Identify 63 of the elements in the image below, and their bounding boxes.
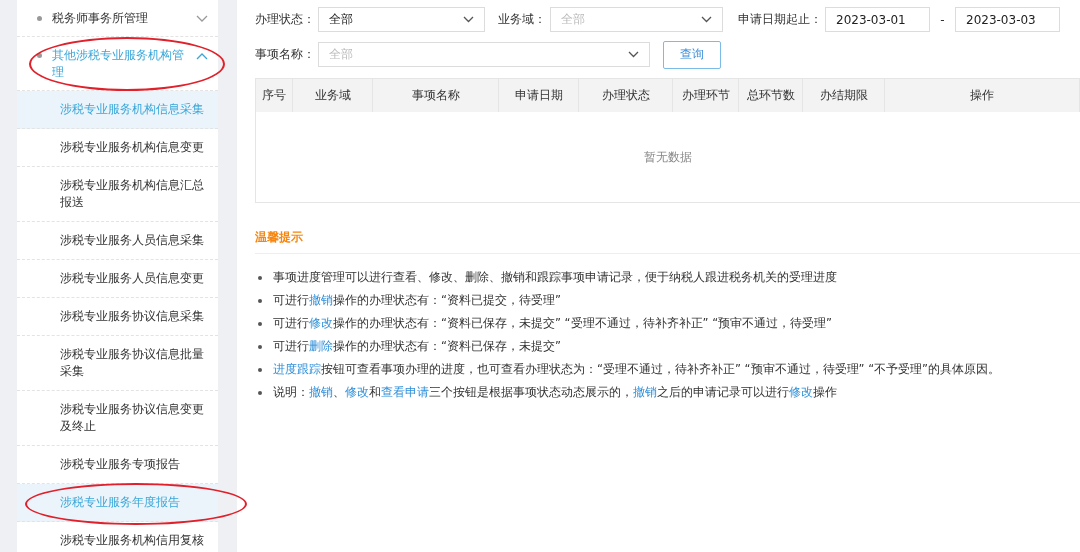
link[interactable]: 撤销 <box>309 293 333 307</box>
field-label: 申请日期起止： <box>738 11 823 28</box>
column-header: 业务域 <box>293 79 373 112</box>
column-header: 操作 <box>885 79 1080 112</box>
bullet-icon <box>37 16 42 21</box>
bullet-icon <box>258 275 262 280</box>
chevron-up-icon <box>196 52 208 60</box>
column-header: 事项名称 <box>373 79 499 112</box>
end-date-field[interactable]: 2023-03-03 <box>955 7 1060 32</box>
link[interactable]: 修改 <box>345 385 369 399</box>
item-name-select[interactable]: 全部 <box>318 42 650 67</box>
bullet-icon <box>258 298 262 303</box>
field-label: 事项名称： <box>255 46 316 63</box>
column-header: 办结期限 <box>803 79 885 112</box>
menu-group-label: 税务师事务所管理 <box>52 10 149 27</box>
tips-title: 温馨提示 <box>255 229 1080 254</box>
bullet-icon <box>258 390 262 395</box>
link[interactable]: 撤销 <box>633 385 657 399</box>
column-header: 申请日期 <box>499 79 579 112</box>
menu-item[interactable]: 涉税专业服务机构信息采集 <box>17 91 218 129</box>
domain-select[interactable]: 全部 <box>550 7 723 32</box>
tip-text: 可进行删除操作的办理状态有：“资料已保存，未提交” <box>273 339 561 354</box>
link[interactable]: 修改 <box>789 385 813 399</box>
column-header: 序号 <box>256 79 293 112</box>
tip-text: 可进行修改操作的办理状态有：“资料已保存，未提交” “受理不通过，待补齐补正” “预审不通过，待受理” <box>273 316 833 331</box>
empty-message: 暂无数据 <box>644 148 692 166</box>
link[interactable]: 撤销 <box>309 385 333 399</box>
menu-item[interactable]: 涉税专业服务人员信息采集 <box>17 222 218 260</box>
chevron-down-icon <box>701 16 712 23</box>
date-separator: - <box>939 12 946 27</box>
menu-item[interactable]: 涉税专业服务机构信息汇总报送 <box>17 167 218 222</box>
link[interactable]: 进度跟踪 <box>273 362 321 376</box>
bullet-icon <box>37 53 42 58</box>
chevron-down-icon <box>196 15 208 23</box>
status-select[interactable]: 全部 <box>318 7 485 32</box>
menu-item[interactable]: 涉税专业服务人员信息变更 <box>17 260 218 298</box>
chevron-down-icon <box>463 16 474 23</box>
menu-group-label: 其他涉税专业服务机构管理 <box>52 47 185 81</box>
menu-item[interactable]: 涉税专业服务年度报告 <box>17 484 218 522</box>
start-date-field[interactable]: 2023-03-01 <box>825 7 930 32</box>
bullet-icon <box>258 321 262 326</box>
tip-text: 进度跟踪按钮可查看事项办理的进度，也可查看办理状态为：“受理不通过，待补齐补正” “预审不通过，待受理” “不予受理”的具体原因。 <box>273 362 1001 377</box>
column-header: 办理状态 <box>579 79 673 112</box>
column-header: 总环节数 <box>739 79 803 112</box>
menu-item[interactable]: 涉税专业服务机构信用复核 <box>17 522 218 552</box>
field-label: 业务域： <box>498 11 547 28</box>
menu-item[interactable]: 涉税专业服务协议信息变更及终止 <box>17 391 218 446</box>
menu-item[interactable]: 涉税专业服务协议信息采集 <box>17 298 218 336</box>
menu-group-item[interactable]: 税务师事务所管理 <box>17 0 218 37</box>
field-label: 办理状态： <box>255 11 316 28</box>
chevron-down-icon <box>628 51 639 58</box>
bullet-icon <box>258 367 262 372</box>
tip-text: 可进行撤销操作的办理状态有：“资料已提交，待受理” <box>273 293 561 308</box>
tip-text: 事项进度管理可以进行查看、修改、删除、撤销和跟踪事项申请记录，便于纳税人跟进税务机关的受理进度 <box>273 270 837 285</box>
bullet-icon <box>258 344 262 349</box>
link[interactable]: 修改 <box>309 316 333 330</box>
column-header: 办理环节 <box>673 79 739 112</box>
tip-text: 说明：撤销、修改和查看申请三个按钮是根据事项状态动态展示的，撤销之后的申请记录可以进行修改操作 <box>273 385 837 400</box>
query-button[interactable]: 查询 <box>663 40 721 69</box>
link[interactable]: 删除 <box>309 339 333 353</box>
link[interactable]: 查看申请 <box>381 385 429 399</box>
menu-item[interactable]: 涉税专业服务协议信息批量采集 <box>17 336 218 391</box>
menu-item[interactable]: 涉税专业服务机构信息变更 <box>17 129 218 167</box>
